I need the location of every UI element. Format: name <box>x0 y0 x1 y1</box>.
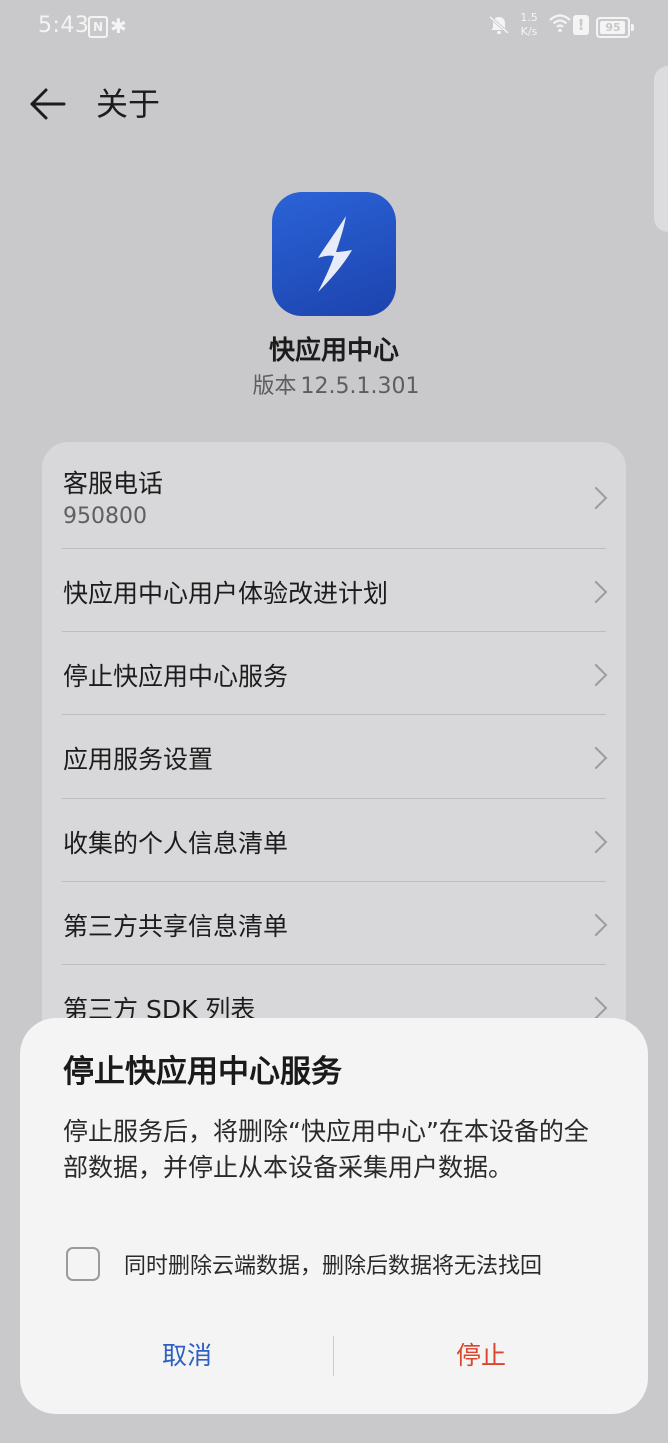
about-screen: 5:43 N ✱ 1.5 K/s ! 95 关于 快应用中心 版本 12.5.1… <box>0 0 668 1443</box>
stop-button[interactable]: 停止 <box>334 1328 628 1384</box>
settings-item-label: 收集的个人信息清单 <box>63 829 289 858</box>
settings-item-personal-info[interactable]: 收集的个人信息清单 <box>42 799 626 882</box>
settings-item-label: 第三方共享信息清单 <box>63 912 289 941</box>
settings-item-stop-service[interactable]: 停止快应用中心服务 <box>42 632 626 715</box>
battery-tip <box>631 24 634 31</box>
settings-item-value: 950800 <box>63 504 147 529</box>
arrow-left-icon <box>30 88 66 120</box>
version-number: 12.5.1.301 <box>300 374 420 399</box>
network-speed-value: 1.5 <box>520 11 538 24</box>
chevron-right-icon <box>584 486 608 510</box>
settings-item-hotline[interactable]: 客服电话 950800 <box>42 442 626 549</box>
chevron-right-icon <box>584 913 608 937</box>
dialog-message: 停止服务后，将删除“快应用中心”在本设备的全部数据，并停止从本设备采集用户数据。 <box>63 1117 589 1182</box>
settings-item-third-party-share[interactable]: 第三方共享信息清单 <box>42 882 626 965</box>
lightning-icon <box>318 216 352 292</box>
chevron-right-icon <box>584 830 608 854</box>
settings-item-experience-plan[interactable]: 快应用中心用户体验改进计划 <box>42 549 626 632</box>
version-label: 版本 <box>252 374 297 399</box>
alert-icon: ! <box>573 15 589 35</box>
chevron-right-icon <box>584 746 608 770</box>
nfc-icon: N <box>88 16 108 38</box>
dialog-title: 停止快应用中心服务 <box>63 1054 342 1090</box>
status-bar: 5:43 N ✱ 1.5 K/s ! 95 <box>0 0 668 56</box>
cancel-button[interactable]: 取消 <box>40 1328 334 1384</box>
page-title: 关于 <box>96 85 161 123</box>
chevron-right-icon <box>584 580 608 604</box>
delete-cloud-data-label[interactable]: 同时删除云端数据，删除后数据将无法找回 <box>124 1248 542 1280</box>
stop-service-dialog: 停止快应用中心服务 停止服务后，将删除“快应用中心”在本设备的全部数据，并停止从… <box>20 1018 648 1414</box>
settings-item-label: 快应用中心用户体验改进计划 <box>63 579 389 608</box>
app-version: 版本 12.5.1.301 <box>0 368 668 400</box>
back-button[interactable] <box>26 82 70 126</box>
muted-bell-icon <box>488 14 510 41</box>
bluetooth-icon: ✱ <box>110 14 127 38</box>
app-name: 快应用中心 <box>268 336 399 366</box>
network-speed: 1.5 K/s <box>514 11 544 39</box>
battery-icon: 95 <box>596 17 634 38</box>
settings-item-label: 应用服务设置 <box>63 745 214 774</box>
settings-item-label: 客服电话 <box>63 469 164 498</box>
network-speed-unit: K/s <box>520 25 538 38</box>
settings-list: 客服电话 950800 快应用中心用户体验改进计划 停止快应用中心服务 应用服务… <box>42 442 626 1062</box>
delete-cloud-data-checkbox[interactable] <box>66 1247 100 1281</box>
battery-percent: 95 <box>605 21 621 34</box>
settings-item-label: 停止快应用中心服务 <box>63 662 289 691</box>
status-time: 5:43 <box>38 13 90 38</box>
chevron-right-icon <box>584 996 608 1020</box>
app-logo <box>272 192 396 316</box>
wifi-icon <box>548 12 572 39</box>
side-panel-handle[interactable] <box>654 66 668 232</box>
chevron-right-icon <box>584 663 608 687</box>
settings-item-service-settings[interactable]: 应用服务设置 <box>42 715 626 799</box>
